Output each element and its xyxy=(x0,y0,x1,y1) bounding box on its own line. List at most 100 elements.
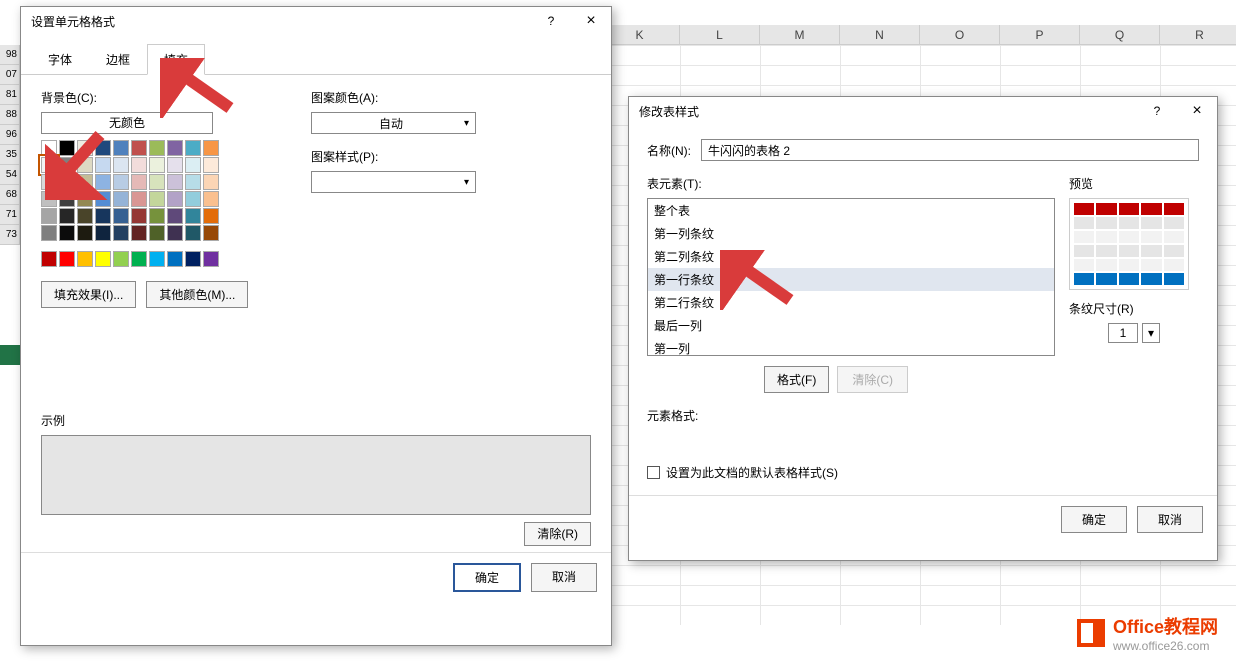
color-swatch[interactable] xyxy=(95,140,111,156)
column-header[interactable]: P xyxy=(1000,25,1080,45)
color-swatch[interactable] xyxy=(185,191,201,207)
tab-fill[interactable]: 填充 xyxy=(147,44,205,75)
color-swatch[interactable] xyxy=(77,208,93,224)
row-header[interactable]: 81 xyxy=(0,85,20,105)
color-swatch[interactable] xyxy=(185,157,201,173)
color-swatch[interactable] xyxy=(59,157,75,173)
color-swatch[interactable] xyxy=(149,191,165,207)
row-header[interactable]: 98 xyxy=(0,45,20,65)
color-swatch[interactable] xyxy=(149,157,165,173)
color-swatch[interactable] xyxy=(41,174,57,190)
other-colors-button[interactable]: 其他颜色(M)... xyxy=(146,281,248,308)
list-item[interactable]: 第一列 xyxy=(648,337,1054,356)
color-swatch[interactable] xyxy=(77,157,93,173)
color-swatch[interactable] xyxy=(149,140,165,156)
row-header[interactable]: 71 xyxy=(0,205,20,225)
color-swatch[interactable] xyxy=(167,191,183,207)
color-swatch[interactable] xyxy=(113,191,129,207)
color-swatch[interactable] xyxy=(167,157,183,173)
color-swatch[interactable] xyxy=(59,140,75,156)
color-swatch[interactable] xyxy=(203,208,219,224)
stripe-size-dropdown[interactable]: ▾ xyxy=(1142,323,1160,343)
close-button[interactable]: × xyxy=(1177,97,1217,125)
tab-font[interactable]: 字体 xyxy=(31,44,89,75)
list-item[interactable]: 第一列条纹 xyxy=(648,222,1054,245)
color-swatch[interactable] xyxy=(167,174,183,190)
color-swatch[interactable] xyxy=(113,225,129,241)
list-item[interactable]: 第二行条纹 xyxy=(648,291,1054,314)
cancel-button[interactable]: 取消 xyxy=(531,563,597,592)
row-header[interactable]: 96 xyxy=(0,125,20,145)
color-swatch[interactable] xyxy=(131,140,147,156)
row-header[interactable]: 07 xyxy=(0,65,20,85)
color-swatch[interactable] xyxy=(149,174,165,190)
row-header[interactable]: 54 xyxy=(0,165,20,185)
color-swatch[interactable] xyxy=(113,140,129,156)
help-button[interactable]: ? xyxy=(531,7,571,35)
color-swatch[interactable] xyxy=(167,140,183,156)
list-item[interactable]: 最后一列 xyxy=(648,314,1054,337)
cancel-button[interactable]: 取消 xyxy=(1137,506,1203,533)
color-swatch[interactable] xyxy=(203,174,219,190)
color-swatch[interactable] xyxy=(95,225,111,241)
color-swatch[interactable] xyxy=(41,251,57,267)
list-item[interactable]: 第二列条纹 xyxy=(648,245,1054,268)
color-swatch[interactable] xyxy=(113,157,129,173)
color-swatch[interactable] xyxy=(131,251,147,267)
color-swatch[interactable] xyxy=(203,140,219,156)
help-button[interactable]: ? xyxy=(1137,97,1177,125)
color-swatch[interactable] xyxy=(59,208,75,224)
ok-button[interactable]: 确定 xyxy=(1061,506,1127,533)
color-swatch[interactable] xyxy=(185,208,201,224)
color-swatch[interactable] xyxy=(185,251,201,267)
color-swatch[interactable] xyxy=(185,140,201,156)
pattern-style-dropdown[interactable]: ▾ xyxy=(311,171,476,193)
color-swatch[interactable] xyxy=(167,208,183,224)
column-header[interactable]: O xyxy=(920,25,1000,45)
color-swatch[interactable] xyxy=(113,174,129,190)
color-swatch[interactable] xyxy=(41,208,57,224)
color-swatch[interactable] xyxy=(95,208,111,224)
close-button[interactable]: × xyxy=(571,7,611,35)
color-swatch[interactable] xyxy=(203,225,219,241)
color-swatch[interactable] xyxy=(149,225,165,241)
color-swatch[interactable] xyxy=(131,174,147,190)
color-swatch[interactable] xyxy=(59,191,75,207)
column-header[interactable]: R xyxy=(1160,25,1236,45)
color-swatch[interactable] xyxy=(149,208,165,224)
row-header[interactable]: 73 xyxy=(0,225,20,245)
color-swatch[interactable] xyxy=(203,157,219,173)
color-swatch[interactable] xyxy=(95,251,111,267)
table-element-listbox[interactable]: 整个表第一列条纹第二列条纹第一行条纹第二行条纹最后一列第一列标题行汇总行 xyxy=(647,198,1055,356)
color-swatch[interactable] xyxy=(77,174,93,190)
column-header[interactable]: Q xyxy=(1080,25,1160,45)
color-swatch[interactable] xyxy=(167,251,183,267)
color-swatch[interactable] xyxy=(41,191,57,207)
color-swatch[interactable] xyxy=(131,157,147,173)
color-swatch[interactable] xyxy=(95,174,111,190)
color-swatch[interactable] xyxy=(131,225,147,241)
color-swatch[interactable] xyxy=(131,191,147,207)
color-swatch[interactable] xyxy=(113,208,129,224)
column-header[interactable]: K xyxy=(600,25,680,45)
color-swatch[interactable] xyxy=(59,174,75,190)
row-header[interactable]: 88 xyxy=(0,105,20,125)
color-swatch[interactable] xyxy=(203,251,219,267)
color-swatch[interactable] xyxy=(77,140,93,156)
color-swatch[interactable] xyxy=(59,225,75,241)
color-swatch[interactable] xyxy=(59,251,75,267)
column-header[interactable]: N xyxy=(840,25,920,45)
row-header[interactable]: 35 xyxy=(0,145,20,165)
row-header[interactable]: 68 xyxy=(0,185,20,205)
clear-button[interactable]: 清除(R) xyxy=(524,522,591,546)
color-swatch[interactable] xyxy=(95,157,111,173)
nocolor-button[interactable]: 无颜色 xyxy=(41,112,213,134)
color-swatch[interactable] xyxy=(77,225,93,241)
color-swatch[interactable] xyxy=(149,251,165,267)
color-swatch[interactable] xyxy=(185,225,201,241)
color-swatch[interactable] xyxy=(131,208,147,224)
ok-button[interactable]: 确定 xyxy=(453,563,521,592)
color-swatch[interactable] xyxy=(77,191,93,207)
default-style-checkbox[interactable] xyxy=(647,466,660,479)
color-swatch[interactable] xyxy=(203,191,219,207)
